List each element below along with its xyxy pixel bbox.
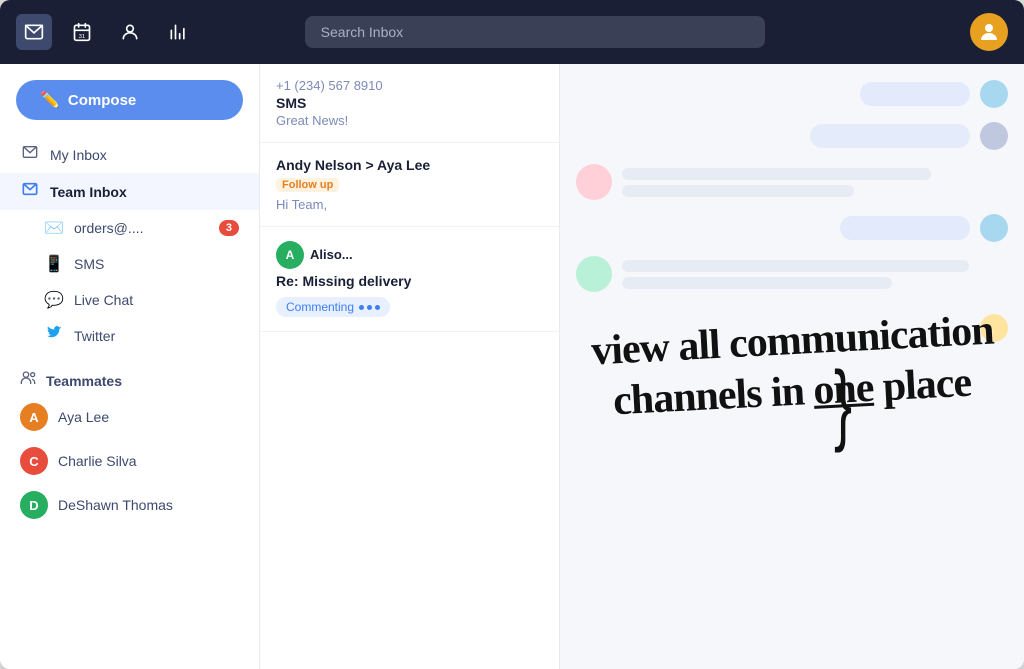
live-chat-label: Live Chat [74,292,239,308]
teammates-label: Teammates [46,373,122,389]
contact-nav-icon[interactable] [112,14,148,50]
conv-phone: +1 (234) 567 8910 [276,78,543,93]
deshawn-thomas-avatar: D [20,491,48,519]
envelope-nav-icon[interactable] [16,14,52,50]
msg-row-2 [576,122,1008,150]
conv-item-delivery[interactable]: A Aliso... Re: Missing delivery Commenti… [260,227,559,332]
sidebar-item-orders[interactable]: ✉️ orders@.... 3 [0,210,259,246]
aya-lee-avatar: A [20,403,48,431]
deshawn-thomas-name: DeShawn Thomas [58,497,239,513]
msg-row-4 [576,214,1008,242]
charlie-silva-avatar: C [20,447,48,475]
top-nav: 31 [0,0,1024,64]
conv-from-delivery: Aliso... [310,247,353,262]
sidebar-item-aya-lee[interactable]: A Aya Lee [0,395,259,439]
msg-row-6 [576,314,1008,342]
user-avatar[interactable] [970,13,1008,51]
sidebar-item-deshawn-thomas[interactable]: D DeShawn Thomas [0,483,259,527]
sidebar-item-twitter[interactable]: Twitter [0,318,259,354]
my-inbox-label: My Inbox [50,147,239,163]
teammates-icon [20,370,36,391]
compose-button[interactable]: ✏️ Compose [16,80,243,120]
conversation-list: +1 (234) 567 8910 SMS Great News! Andy N… [260,64,560,669]
aya-lee-name: Aya Lee [58,409,239,425]
commenting-badge: Commenting [276,297,390,317]
conv-type: SMS [276,95,543,111]
inbox-icon [20,144,40,165]
sidebar-item-charlie-silva[interactable]: C Charlie Silva [0,439,259,483]
sidebar-item-team-inbox[interactable]: Team Inbox [0,173,259,210]
msg-row-5 [576,256,1008,292]
chat-icon: 💬 [44,290,64,310]
conv-preview-andy: Hi Team, [276,197,543,212]
commenting-text: Commenting [286,300,354,314]
sidebar-item-live-chat[interactable]: 💬 Live Chat [0,282,259,318]
conv-subject-delivery: Re: Missing delivery [276,273,543,289]
compose-label: Compose [68,92,136,109]
email-icon: ✉️ [44,218,64,238]
charlie-silva-name: Charlie Silva [58,453,239,469]
teammates-section-header: Teammates [0,360,259,395]
conv-from-andy: Andy Nelson > Aya Lee [276,157,543,173]
content-area: +1 (234) 567 8910 SMS Great News! Andy N… [260,64,1024,669]
message-rows [560,64,1024,669]
main-content: ✏️ Compose My Inbox Team Inbox ✉️ or [0,64,1024,669]
conv-followup-tag: Follow up [276,178,339,192]
msg-row-3 [576,164,1008,200]
conv-item-andy[interactable]: Andy Nelson > Aya Lee Follow up Hi Team, [260,143,559,227]
sms-icon: 📱 [44,254,64,274]
conv-preview-sms: Great News! [276,113,543,128]
chart-nav-icon[interactable] [160,14,196,50]
sidebar: ✏️ Compose My Inbox Team Inbox ✉️ or [0,64,260,669]
compose-icon: ✏️ [40,90,60,110]
conv-item-sms[interactable]: +1 (234) 567 8910 SMS Great News! [260,64,559,143]
team-inbox-icon [20,181,40,202]
orders-label: orders@.... [74,220,209,236]
msg-row-1 [576,80,1008,108]
twitter-icon [44,326,64,346]
search-input[interactable] [305,16,765,48]
twitter-label: Twitter [74,328,239,344]
delivery-avatar: A [276,241,304,269]
sms-label: SMS [74,256,239,272]
app-container: 31 [0,0,1024,669]
typing-dots [359,305,380,310]
svg-text:31: 31 [79,34,85,40]
message-panel: view all communication channels in one p… [560,64,1024,669]
sidebar-item-my-inbox[interactable]: My Inbox [0,136,259,173]
team-inbox-label: Team Inbox [50,184,239,200]
calendar-nav-icon[interactable]: 31 [64,14,100,50]
orders-badge: 3 [219,220,239,236]
sidebar-item-sms[interactable]: 📱 SMS [0,246,259,282]
